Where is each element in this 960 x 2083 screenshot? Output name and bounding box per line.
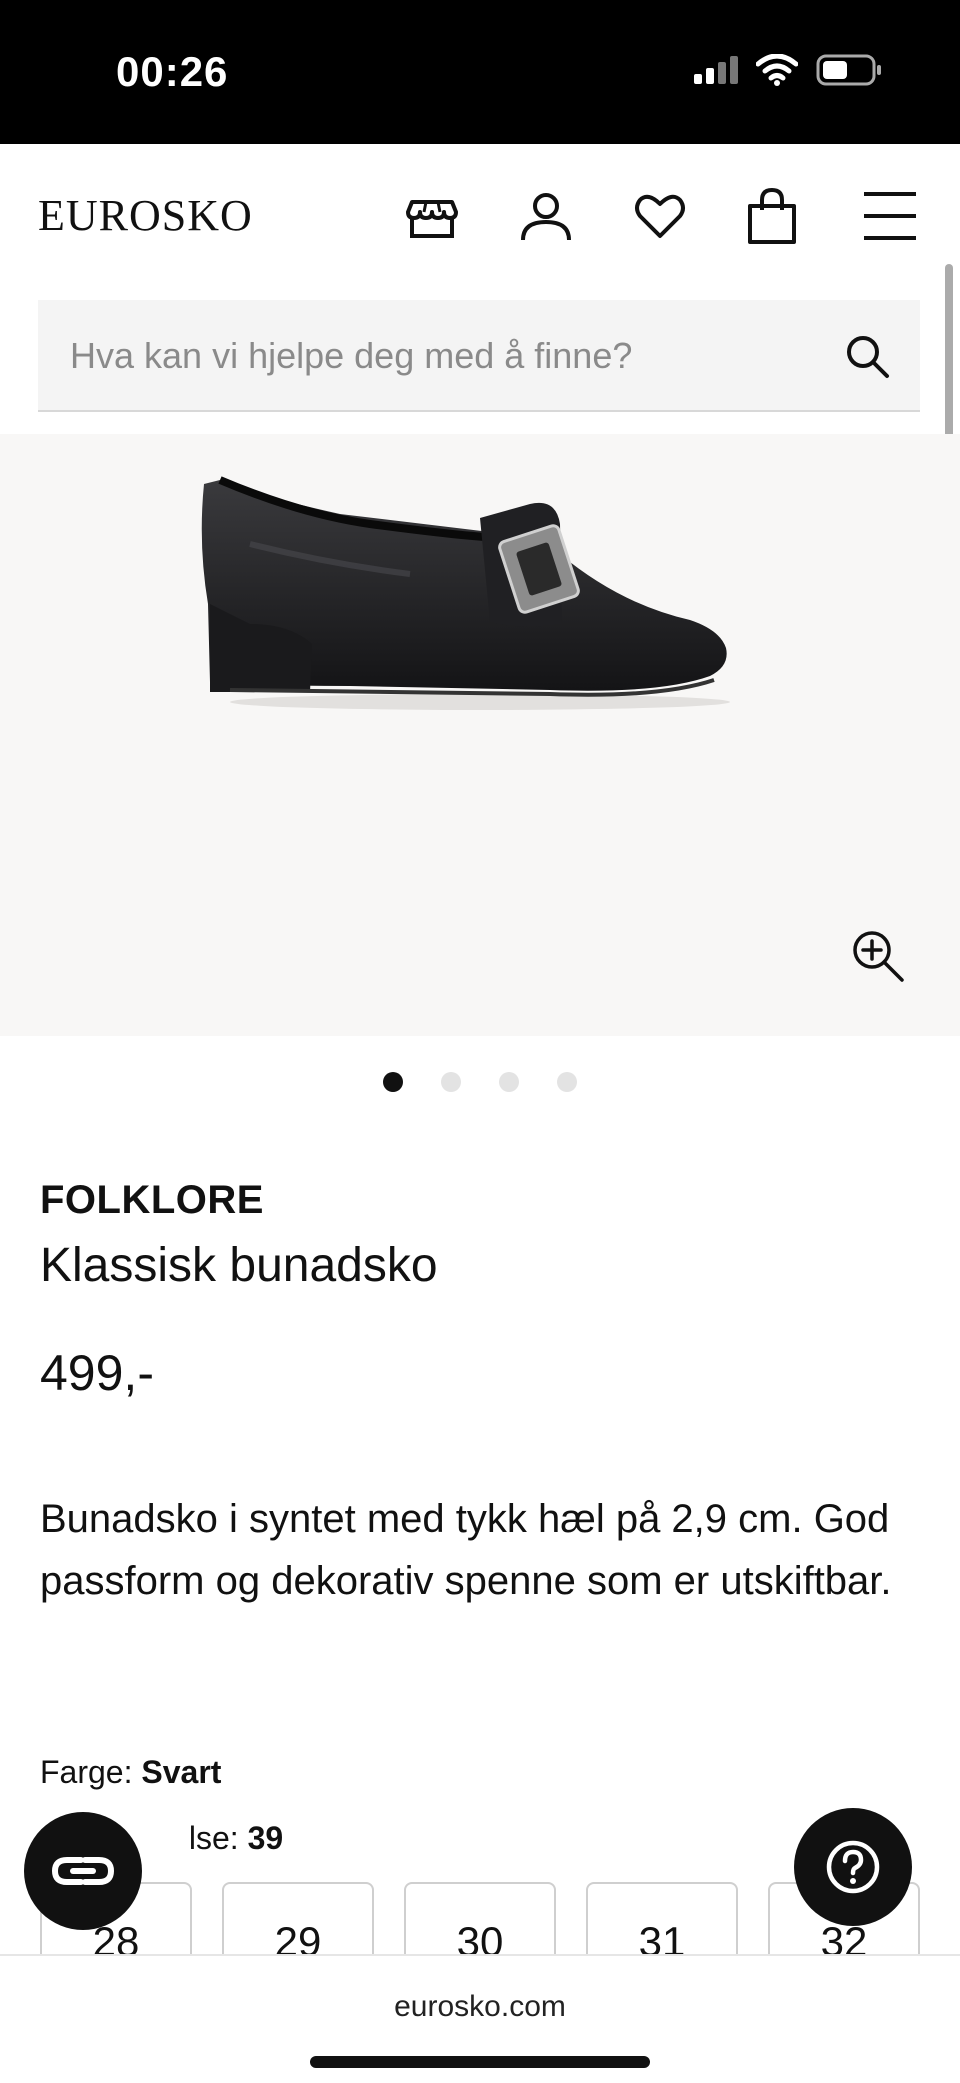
product-brand[interactable]: FOLKLORE (40, 1178, 264, 1223)
size-options: 28 29 30 31 32 (40, 1882, 920, 1992)
zoom-in-icon[interactable] (848, 926, 906, 984)
status-icons (694, 54, 882, 86)
wishlist-heart-icon[interactable] (632, 188, 688, 244)
carousel-dot-3[interactable] (499, 1072, 519, 1092)
cart-bag-icon[interactable] (744, 188, 800, 244)
product-image-carousel[interactable] (0, 434, 960, 1036)
search-input[interactable] (68, 300, 832, 412)
product-shoe-image (201, 476, 730, 710)
browser-bottom-bar: eurosko.com (0, 1954, 960, 2083)
chat-button[interactable] (24, 1812, 142, 1930)
size-value: 39 (247, 1820, 284, 1856)
status-time: 00:26 (116, 48, 229, 95)
help-question-icon (826, 1840, 880, 1894)
help-button[interactable] (794, 1808, 912, 1926)
account-icon[interactable] (518, 188, 574, 244)
browser-url[interactable]: eurosko.com (0, 1990, 960, 2024)
product-price: 499,- (40, 1345, 154, 1401)
carousel-dot-4[interactable] (557, 1072, 577, 1092)
color-value: Svart (141, 1754, 222, 1790)
signal-icon (694, 56, 738, 84)
size-label: lse: (188, 1820, 239, 1856)
home-indicator[interactable] (310, 2056, 650, 2068)
site-logo[interactable]: EUROSKO (38, 190, 253, 241)
battery-icon (816, 54, 881, 86)
color-selector-label: Farge: Svart (40, 1754, 221, 1791)
color-label: Farge: (40, 1754, 133, 1790)
wifi-icon (756, 54, 798, 86)
chat-link-icon (51, 1857, 115, 1885)
carousel-dots (0, 1072, 960, 1092)
search-icon[interactable] (844, 333, 890, 379)
product-description: Bunadsko i syntet med tykk hæl på 2,9 cm… (40, 1497, 892, 1603)
menu-icon[interactable] (862, 188, 918, 244)
status-bar: 00:26 (0, 0, 960, 144)
store-icon[interactable] (404, 188, 460, 244)
search-box (38, 300, 920, 412)
carousel-dot-2[interactable] (441, 1072, 461, 1092)
carousel-dot-1[interactable] (383, 1072, 403, 1092)
product-name: Klassisk bunadsko (40, 1239, 438, 1292)
